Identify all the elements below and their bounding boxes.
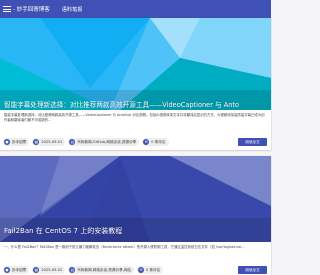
post-category: 代码新闻,GitHub,网络杂谈,资源分享 xyxy=(77,139,137,144)
author-chip[interactable]: ● 妙手回寄 xyxy=(3,138,30,146)
author-name: 妙手回寄 xyxy=(12,267,27,272)
post-category: 代码新闻,网络杂谈,资源分享,网站 xyxy=(77,267,132,272)
post-card: Fail2Ban 在 CentOS 7 上的安装教程 一、什么是 Fail2Ba… xyxy=(0,156,271,275)
avatar-icon: ● xyxy=(4,139,10,145)
post-cover-image[interactable]: Fail2Ban 在 CentOS 7 上的安装教程 xyxy=(0,156,271,242)
post-excerpt: 一、什么是 Fail2Ban？Fail2Ban 是一款用于防止暴力破解攻击（Br… xyxy=(4,245,245,249)
comments-chip[interactable]: ✉ 0 条评论 xyxy=(142,138,169,146)
author-chip[interactable]: ● 妙手回寄 xyxy=(3,266,30,274)
post-card: 智能字幕处理新选择：对比推荐两款高效开源工具——VideoCaptioner 与… xyxy=(0,18,271,150)
comments-chip[interactable]: ✉ 0 条评论 xyxy=(137,266,164,274)
post-cover-image[interactable]: 智能字幕处理新选择：对比推荐两款高效开源工具——VideoCaptioner 与… xyxy=(0,18,271,110)
calendar-icon: ▦ xyxy=(33,267,40,273)
post-meta: ● 妙手回寄 ▦ 2025-09-02 ▤ 代码新闻,网络杂谈,资源分享,网站 … xyxy=(3,265,166,275)
post-excerpt: 智能字幕处理新选择，对比推荐两款高效开源工具——VideoCaptioner 与… xyxy=(4,113,265,122)
menu-icon[interactable] xyxy=(3,5,11,13)
post-title[interactable]: 智能字幕处理新选择：对比推荐两款高效开源工具——VideoCaptioner 与… xyxy=(4,99,239,109)
folder-icon: ▤ xyxy=(69,139,76,145)
calendar-icon: ▦ xyxy=(33,139,40,145)
post-meta: ● 妙手回寄 ▦ 2025-09-01 ▤ 代码新闻,GitHub,网络杂谈,资… xyxy=(3,137,172,147)
post-date: 2025-09-02 xyxy=(41,268,63,272)
comment-icon: ✉ xyxy=(143,139,150,145)
nav-link[interactable]: 语料笔报 xyxy=(62,6,83,13)
comment-count: 0 条评论 xyxy=(146,267,161,272)
comment-count: 0 条评论 xyxy=(151,139,166,144)
cover-graphic xyxy=(0,18,271,110)
date-chip: ▦ 2025-09-01 xyxy=(32,138,66,146)
category-chip[interactable]: ▤ 代码新闻,GitHub,网络杂谈,资源分享 xyxy=(68,138,140,146)
post-date: 2025-09-01 xyxy=(41,140,63,144)
site-brand[interactable]: - 妙手回寄博客 xyxy=(13,5,50,13)
post-title[interactable]: Fail2Ban 在 CentOS 7 上的安装教程 xyxy=(4,226,122,236)
author-name: 妙手回寄 xyxy=(12,139,27,144)
date-chip: ▦ 2025-09-02 xyxy=(32,266,66,274)
top-app-bar: - 妙手回寄博客 语料笔报 xyxy=(0,0,271,18)
category-chip[interactable]: ▤ 代码新闻,网络杂谈,资源分享,网站 xyxy=(68,266,135,274)
comment-icon: ✉ xyxy=(138,267,145,273)
folder-icon: ▤ xyxy=(69,267,76,273)
read-more-button[interactable]: 阅读全文 xyxy=(238,138,267,146)
avatar-icon: ● xyxy=(4,267,10,273)
read-more-button[interactable]: 阅读全文 xyxy=(238,266,267,274)
